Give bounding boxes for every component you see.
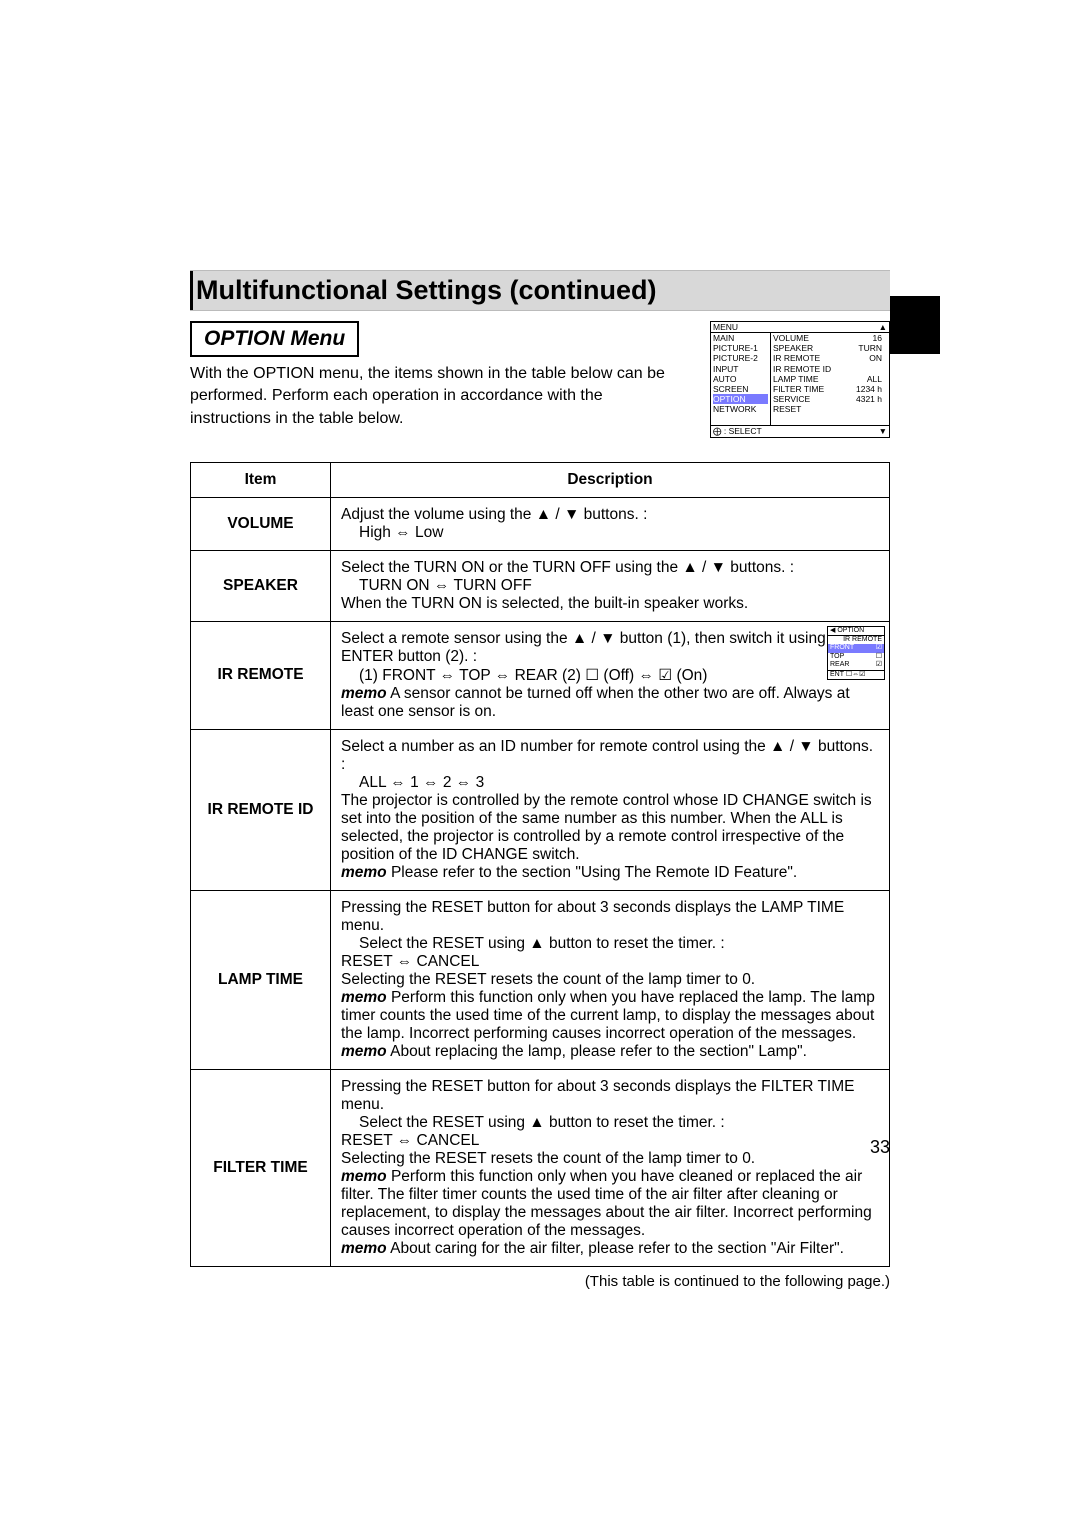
table-header-desc: Description [331, 462, 890, 497]
table-desc-cell: Select a number as an ID number for remo… [331, 729, 890, 890]
table-desc-cell: Adjust the volume using the ▲ / ▼ button… [331, 497, 890, 550]
osd-mid-item: LAMP TIME [773, 374, 844, 384]
osd-foot-left: ⨁ : SELECT [713, 426, 762, 437]
desc-line: Select a remote sensor using the ▲ / ▼ b… [341, 630, 879, 666]
option-table: Item Description VOLUME Adjust the volume… [190, 462, 890, 1267]
osd-mid-item: SPEAKER [773, 343, 844, 353]
desc-line: RESET ⇔ CANCEL [341, 953, 879, 971]
osd-right-item [848, 404, 882, 414]
table-desc-cell: Select the TURN ON or the TURN OFF using… [331, 550, 890, 621]
desc-line: RESET ⇔ CANCEL [341, 1132, 879, 1150]
desc-line: Select the RESET using ▲ button to reset… [359, 1114, 879, 1132]
desc-line: Adjust the volume using the ▲ / ▼ button… [341, 506, 879, 524]
table-desc-cell: Pressing the RESET button for about 3 se… [331, 890, 890, 1069]
osd-left-item: OPTION [713, 394, 768, 404]
desc-line: Select the TURN ON or the TURN OFF using… [341, 559, 879, 577]
osd-mid-item: IR REMOTE ID [773, 364, 844, 374]
desc-memo: memo About replacing the lamp, please re… [341, 1043, 879, 1061]
osd-head-right: ▲ [879, 322, 887, 332]
table-item-cell: IR REMOTE ID [191, 729, 331, 890]
small-osd-preview: ◀ OPTIONIR REMOTEFRONT☑TOP☐REAR☑ENT ☐⇔☑ [827, 626, 885, 680]
osd-left-item: SCREEN [713, 384, 768, 394]
desc-line: The projector is controlled by the remot… [341, 792, 879, 864]
osd-right-item: ALL [848, 374, 882, 384]
osd-mid-item: IR REMOTE [773, 353, 844, 363]
intro-text: With the OPTION menu, the items shown in… [190, 363, 680, 430]
osd-left-item: AUTO [713, 374, 768, 384]
table-desc-cell: Select a remote sensor using the ▲ / ▼ b… [331, 621, 890, 729]
osd-mid-item: SERVICE [773, 394, 844, 404]
desc-line: When the TURN ON is selected, the built-… [341, 595, 879, 613]
desc-line: Pressing the RESET button for about 3 se… [341, 899, 879, 935]
desc-memo: memo Perform this function only when you… [341, 989, 879, 1043]
table-item-cell: LAMP TIME [191, 890, 331, 1069]
submenu-row: OPTION Menu With the OPTION menu, the it… [190, 321, 890, 438]
table-item-cell: SPEAKER [191, 550, 331, 621]
submenu-title: OPTION Menu [190, 321, 359, 357]
desc-memo: memo Perform this function only when you… [341, 1168, 879, 1240]
side-black-tab [890, 296, 940, 354]
desc-line: High ⇔ Low [359, 524, 879, 542]
table-item-cell: VOLUME [191, 497, 331, 550]
desc-line: ALL ⇔ 1 ⇔ 2 ⇔ 3 [359, 774, 879, 792]
desc-line: Select a number as an ID number for remo… [341, 738, 879, 774]
desc-line: Select the RESET using ▲ button to reset… [359, 935, 879, 953]
osd-preview: MENU ▲ MAINPICTURE-1PICTURE-2INPUTAUTOSC… [710, 321, 890, 438]
osd-right-item [848, 364, 882, 374]
osd-right-item: 1234 h [848, 384, 882, 394]
osd-left-item: NETWORK [713, 404, 768, 414]
table-item-cell: IR REMOTE [191, 621, 331, 729]
osd-left-item: MAIN [713, 333, 768, 343]
page-number: 33 [870, 1137, 890, 1158]
osd-right-item: 16 [848, 333, 882, 343]
section-title: Multifunctional Settings (continued) [190, 270, 890, 311]
osd-left-item: PICTURE-2 [713, 353, 768, 363]
desc-line: (1) FRONT ⇔ TOP ⇔ REAR (2) ☐ (Off) ⇔ ☑ (… [359, 666, 879, 685]
desc-memo: memo About caring for the air filter, pl… [341, 1240, 879, 1258]
osd-mid-item: FILTER TIME [773, 384, 844, 394]
osd-right-item: 4321 h [848, 394, 882, 404]
osd-mid-item: RESET [773, 404, 844, 414]
osd-left-item: INPUT [713, 364, 768, 374]
table-desc-cell: Pressing the RESET button for about 3 se… [331, 1069, 890, 1266]
table-header-item: Item [191, 462, 331, 497]
desc-line: Pressing the RESET button for about 3 se… [341, 1078, 879, 1114]
desc-line: Selecting the RESET resets the count of … [341, 971, 879, 989]
table-continuation-note: (This table is continued to the followin… [190, 1273, 890, 1290]
osd-foot-right: ▼ [879, 426, 887, 437]
desc-memo: memo Please refer to the section "Using … [341, 864, 879, 882]
osd-right-item: TURN ON [848, 343, 882, 363]
desc-memo: memo A sensor cannot be turned off when … [341, 685, 879, 721]
osd-left-item: PICTURE-1 [713, 343, 768, 353]
osd-right-item [848, 415, 882, 425]
osd-head-left: MENU [713, 322, 738, 332]
osd-mid-item: VOLUME [773, 333, 844, 343]
table-item-cell: FILTER TIME [191, 1069, 331, 1266]
desc-line: TURN ON ⇔ TURN OFF [359, 577, 879, 595]
desc-line: Selecting the RESET resets the count of … [341, 1150, 879, 1168]
document-page: Multifunctional Settings (continued) OPT… [0, 0, 1080, 1528]
